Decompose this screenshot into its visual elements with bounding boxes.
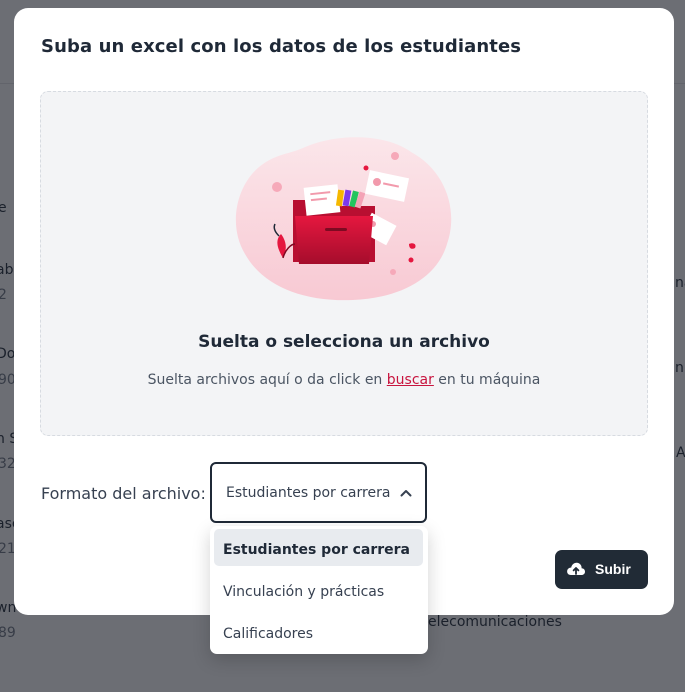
dropzone-subtitle: Suelta archivos aquí o da click en busca… <box>41 372 647 388</box>
file-dropzone[interactable]: Suelta o selecciona un archivo Suelta ar… <box>40 91 648 436</box>
file-format-selected-value: Estudiantes por carrera <box>226 485 391 501</box>
upload-button-label: Subir <box>595 561 631 577</box>
modal-title: Suba un excel con los datos de los estud… <box>41 36 522 57</box>
file-format-options: Estudiantes por carrera Vinculación y pr… <box>210 526 428 654</box>
file-format-option[interactable]: Estudiantes por carrera <box>214 529 423 566</box>
upload-modal: Suba un excel con los datos de los estud… <box>14 8 674 615</box>
file-format-label: Formato del archivo: <box>41 484 206 503</box>
dropzone-hint-before: Suelta archivos aquí o da click en <box>147 372 387 388</box>
dropzone-hint-after: en tu máquina <box>433 372 541 388</box>
folder-files-illustration <box>235 137 452 301</box>
file-format-option[interactable]: Vinculación y prácticas <box>214 571 423 608</box>
file-format-select[interactable]: Estudiantes por carrera <box>210 462 427 523</box>
browse-link[interactable]: buscar <box>387 372 434 388</box>
file-format-option[interactable]: Calificadores <box>214 613 423 650</box>
upload-button[interactable]: Subir <box>555 550 648 589</box>
dropzone-title: Suelta o selecciona un archivo <box>198 332 490 352</box>
cloud-upload-icon <box>567 562 586 575</box>
chevron-up-icon <box>400 490 412 497</box>
